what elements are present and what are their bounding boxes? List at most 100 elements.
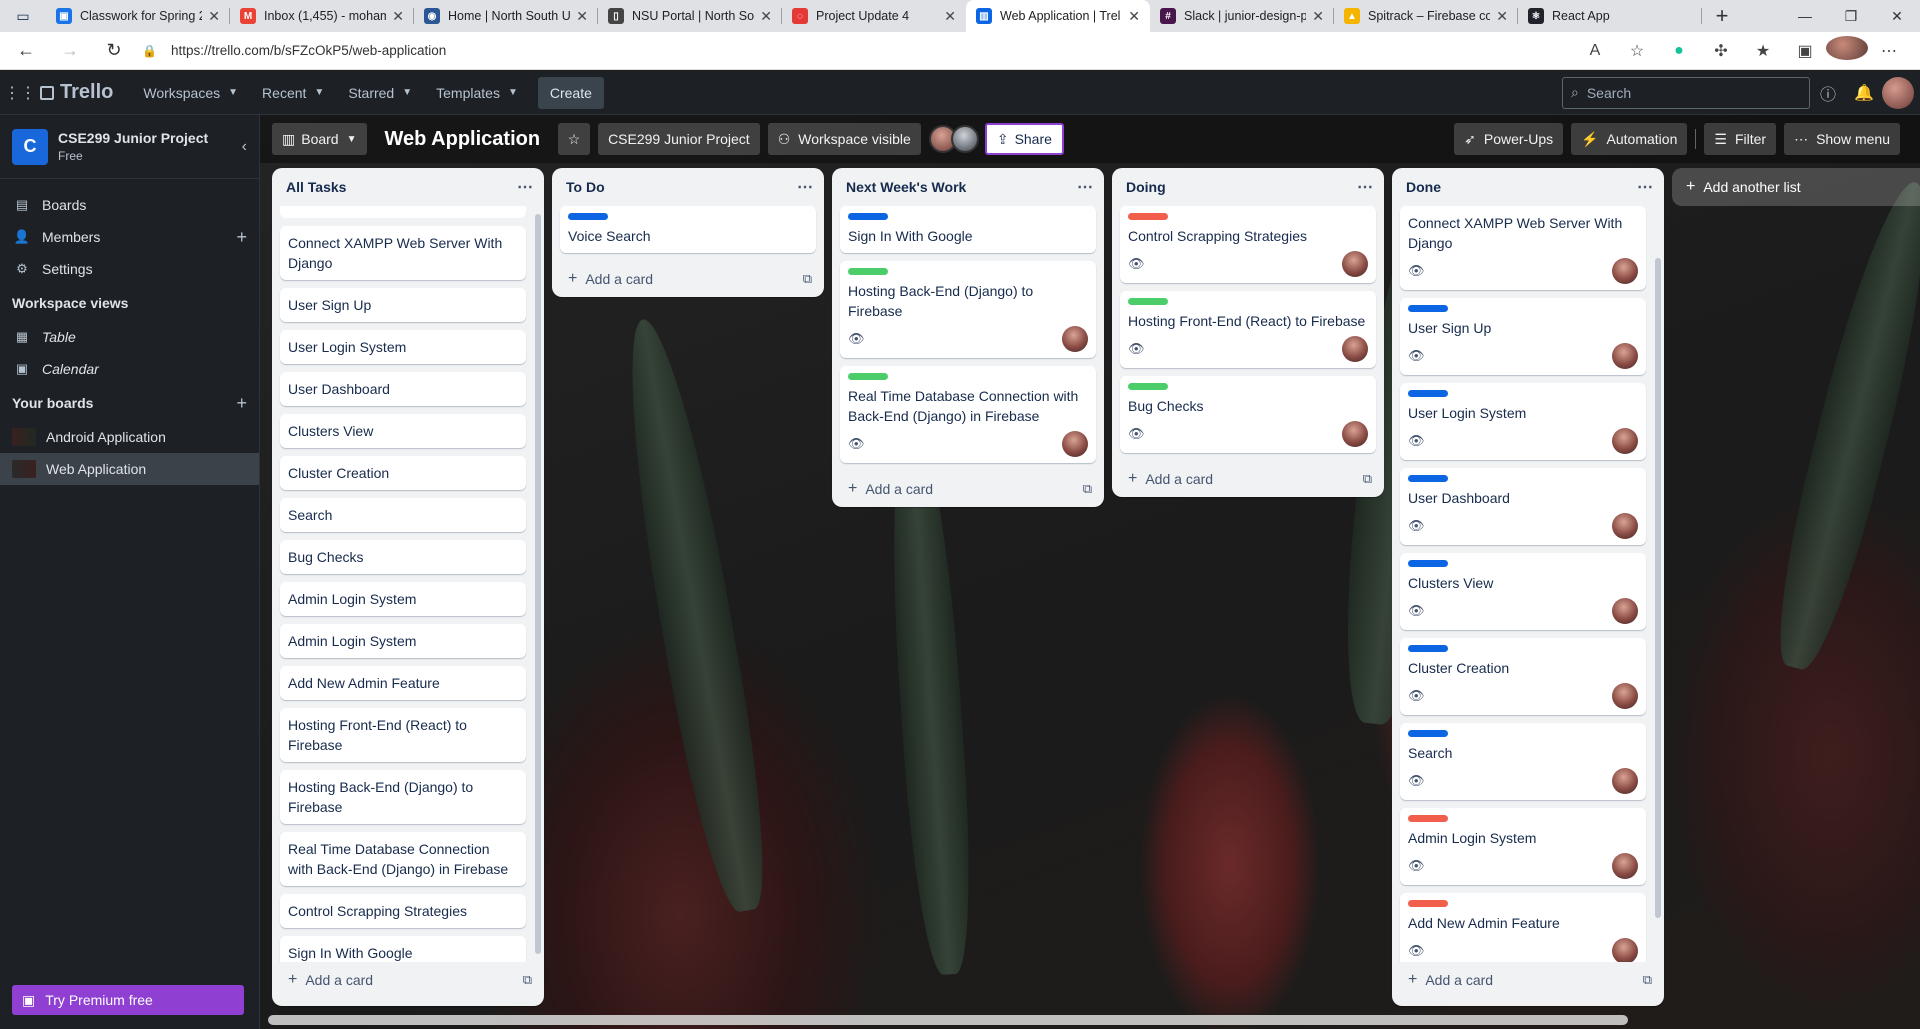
task-card[interactable]: Real Time Database Connection with Back-… bbox=[840, 366, 1096, 463]
task-card[interactable]: Bug Checks 👁 bbox=[1120, 376, 1376, 453]
card-member-avatar[interactable] bbox=[1612, 768, 1638, 794]
favorite-star-icon[interactable]: ☆ bbox=[1616, 41, 1658, 61]
try-premium-button[interactable]: ▣ Try Premium free bbox=[12, 985, 244, 1015]
task-card[interactable]: Hosting Back-End (Django) to Firebase bbox=[280, 770, 526, 824]
close-tab-icon[interactable]: ✕ bbox=[944, 8, 956, 25]
browser-tab[interactable]: ▯ NSU Portal | North So ✕ bbox=[598, 0, 782, 32]
task-card[interactable]: Control Scrapping Strategies 👁 bbox=[1120, 206, 1376, 283]
card-label[interactable] bbox=[568, 213, 608, 220]
menu-workspaces[interactable]: Workspaces ▼ bbox=[131, 77, 250, 109]
browser-tab[interactable]: # Slack | junior-design-p ✕ bbox=[1150, 0, 1334, 32]
sidebar-item-members[interactable]: 👤 Members + bbox=[0, 221, 259, 253]
view-switcher-button[interactable]: ▥ Board ▼ bbox=[272, 123, 367, 155]
task-card[interactable]: User Sign Up 👁 bbox=[1400, 298, 1646, 375]
task-card[interactable]: Cluster Creation 👁 bbox=[1400, 638, 1646, 715]
card-label[interactable] bbox=[1128, 383, 1168, 390]
grammarly-icon[interactable]: ● bbox=[1658, 42, 1700, 60]
browser-tab[interactable]: ◉ Home | North South U ✕ bbox=[414, 0, 598, 32]
list-title[interactable]: Done bbox=[1406, 179, 1441, 195]
automation-button[interactable]: ⚡ Automation bbox=[1571, 123, 1688, 155]
account-avatar[interactable] bbox=[1882, 76, 1914, 109]
card-label[interactable] bbox=[848, 268, 888, 275]
close-tab-icon[interactable]: ✕ bbox=[760, 8, 772, 25]
card-member-avatar[interactable] bbox=[1612, 513, 1638, 539]
forward-icon[interactable]: → bbox=[52, 36, 88, 66]
list-header[interactable]: Next Week's Work ⋯ bbox=[832, 168, 1104, 206]
favorites-icon[interactable]: ★ bbox=[1742, 41, 1784, 61]
card-label[interactable] bbox=[1408, 560, 1448, 567]
task-card[interactable]: Add New Admin Feature bbox=[280, 666, 526, 700]
list-scrollbar[interactable] bbox=[1655, 258, 1661, 918]
card-template-icon[interactable]: ⧉ bbox=[1363, 471, 1372, 487]
close-tab-icon[interactable]: ✕ bbox=[576, 8, 588, 25]
task-card[interactable]: Connect XAMPP Web Server With Django 👁 bbox=[1400, 206, 1646, 290]
list-title[interactable]: Next Week's Work bbox=[846, 179, 966, 195]
card-member-avatar[interactable] bbox=[1612, 683, 1638, 709]
back-icon[interactable]: ← bbox=[8, 36, 44, 66]
list-menu-icon[interactable]: ⋯ bbox=[1357, 177, 1374, 197]
partial-card[interactable] bbox=[280, 206, 526, 218]
browser-tab[interactable]: M Inbox (1,455) - moham ✕ bbox=[230, 0, 414, 32]
task-card[interactable]: User Login System bbox=[280, 330, 526, 364]
task-card[interactable]: Hosting Back-End (Django) to Firebase 👁 bbox=[840, 261, 1096, 358]
card-label[interactable] bbox=[1128, 213, 1168, 220]
task-card[interactable]: Admin Login System bbox=[280, 582, 526, 616]
info-icon[interactable]: ⓘ bbox=[1810, 81, 1846, 105]
collapse-sidebar-icon[interactable]: ‹ bbox=[242, 138, 247, 156]
list-menu-icon[interactable]: ⋯ bbox=[1077, 177, 1094, 197]
task-card[interactable]: Add New Admin Feature 👁 bbox=[1400, 893, 1646, 962]
browser-tab[interactable]: ▲ Spitrack – Firebase co ✕ bbox=[1334, 0, 1518, 32]
search-input[interactable]: ⌕ Search bbox=[1562, 76, 1810, 109]
list-menu-icon[interactable]: ⋯ bbox=[1637, 177, 1654, 197]
refresh-icon[interactable]: ↻ bbox=[96, 36, 132, 66]
browser-tab[interactable]: ▣ Classwork for Spring 2 ✕ bbox=[46, 0, 230, 32]
powerups-button[interactable]: ➶ Power-Ups bbox=[1454, 123, 1564, 155]
close-tab-icon[interactable]: ✕ bbox=[392, 8, 404, 25]
card-label[interactable] bbox=[848, 213, 888, 220]
list-header[interactable]: Done ⋯ bbox=[1392, 168, 1664, 206]
visibility-button[interactable]: ⚇ Workspace visible bbox=[767, 123, 921, 155]
add-board-icon[interactable]: + bbox=[236, 393, 247, 414]
card-label[interactable] bbox=[848, 373, 888, 380]
read-aloud-icon[interactable]: A bbox=[1574, 42, 1616, 60]
task-card[interactable]: User Sign Up bbox=[280, 288, 526, 322]
collections-icon[interactable]: ▣ bbox=[1784, 41, 1826, 61]
card-member-avatar[interactable] bbox=[1612, 258, 1638, 284]
workspace-button[interactable]: CSE299 Junior Project bbox=[598, 123, 760, 155]
add-list-button[interactable]: + Add another list bbox=[1672, 168, 1920, 206]
browser-tab[interactable]: ◌ Project Update 4 ✕ bbox=[782, 0, 966, 32]
restore-icon[interactable]: ❐ bbox=[1828, 0, 1874, 32]
sidebar-item-calendar[interactable]: ▣ Calendar bbox=[0, 353, 259, 385]
close-tab-icon[interactable]: ✕ bbox=[1128, 8, 1140, 25]
task-card[interactable]: User Dashboard bbox=[280, 372, 526, 406]
add-card-button[interactable]: + Add a card ⧉ bbox=[552, 261, 824, 297]
card-member-avatar[interactable] bbox=[1612, 428, 1638, 454]
card-member-avatar[interactable] bbox=[1612, 938, 1638, 962]
member-avatar[interactable] bbox=[950, 125, 979, 153]
card-template-icon[interactable]: ⧉ bbox=[523, 972, 532, 988]
lock-icon[interactable]: 🔒 bbox=[142, 44, 157, 58]
notifications-icon[interactable]: 🔔 bbox=[1846, 83, 1882, 103]
horizontal-scrollbar[interactable] bbox=[268, 1015, 1628, 1025]
list-header[interactable]: All Tasks ⋯ bbox=[272, 168, 544, 206]
task-card[interactable]: Cluster Creation bbox=[280, 456, 526, 490]
list-menu-icon[interactable]: ⋯ bbox=[517, 177, 534, 197]
task-card[interactable]: Admin Login System 👁 bbox=[1400, 808, 1646, 885]
new-tab-button[interactable]: + bbox=[1702, 0, 1742, 32]
task-card[interactable]: Hosting Front-End (React) to Firebase 👁 bbox=[1120, 291, 1376, 368]
extensions-icon[interactable]: ✣ bbox=[1700, 41, 1742, 61]
create-button[interactable]: Create bbox=[537, 76, 604, 109]
card-template-icon[interactable]: ⧉ bbox=[1083, 481, 1092, 497]
list-title[interactable]: To Do bbox=[566, 179, 605, 195]
sidebar-item-settings[interactable]: ⚙ Settings bbox=[0, 253, 259, 285]
share-button[interactable]: ⇪ Share bbox=[984, 123, 1064, 155]
card-member-avatar[interactable] bbox=[1062, 431, 1088, 457]
app-switcher-icon[interactable]: ⋮⋮ bbox=[0, 83, 40, 103]
browser-tab[interactable]: ⚛ React App bbox=[1518, 0, 1702, 32]
add-card-button[interactable]: + Add a card ⧉ bbox=[1392, 962, 1664, 998]
add-card-button[interactable]: + Add a card ⧉ bbox=[272, 962, 544, 998]
card-label[interactable] bbox=[1408, 815, 1448, 822]
task-card[interactable]: Clusters View bbox=[280, 414, 526, 448]
list-title[interactable]: Doing bbox=[1126, 179, 1166, 195]
list-header[interactable]: Doing ⋯ bbox=[1112, 168, 1384, 206]
